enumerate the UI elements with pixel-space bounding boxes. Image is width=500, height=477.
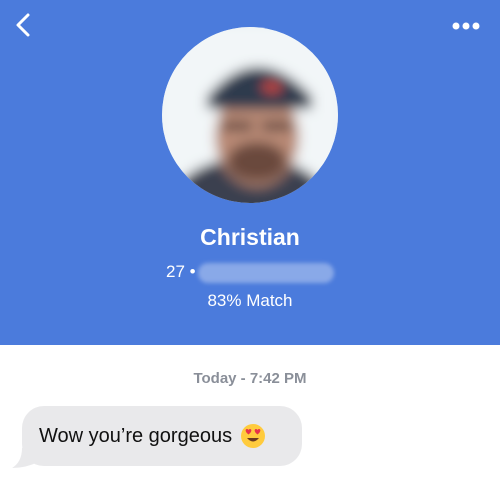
message-text: Wow you’re gorgeous	[39, 424, 233, 447]
profile-header: Christian 27 • 83% Match	[0, 0, 500, 345]
more-options-icon	[452, 22, 480, 30]
profile-meta: 27 •	[164, 262, 344, 284]
profile-age: 27 •	[166, 262, 196, 281]
message-timestamp: Today - 7:42 PM	[193, 370, 307, 387]
back-button[interactable]	[10, 10, 38, 40]
match-percentage: 83% Match	[207, 291, 293, 310]
profile-name: Christian	[200, 224, 300, 250]
redacted-location	[198, 263, 334, 283]
profile-avatar[interactable]	[162, 27, 338, 203]
chevron-left-icon	[16, 13, 30, 37]
message-bubble[interactable]: Wow you’re gorgeous	[22, 406, 302, 466]
more-options-button[interactable]	[446, 16, 486, 36]
heart-eyes-emoji	[241, 424, 266, 448]
